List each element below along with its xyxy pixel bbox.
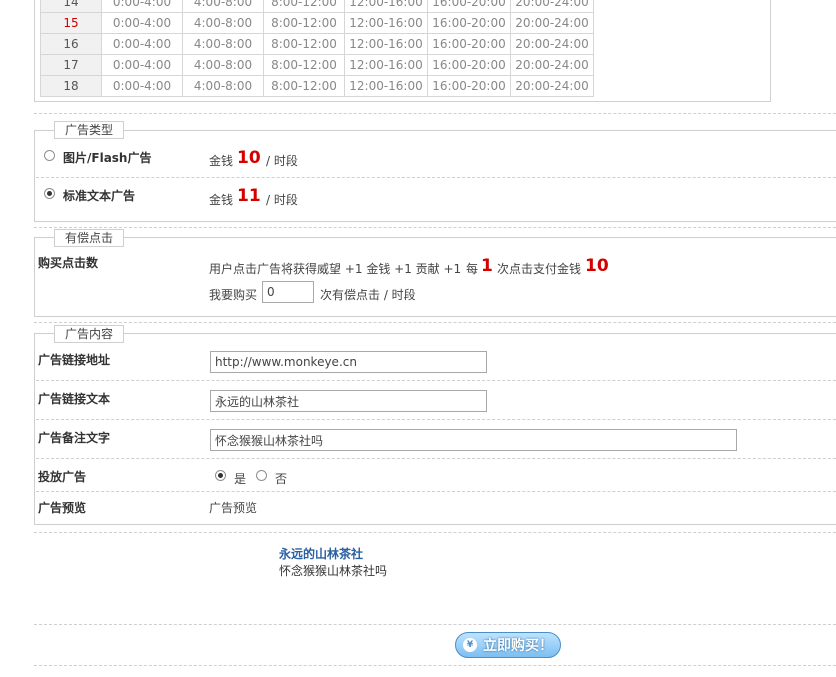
schedule-row: 17 0:00-4:00 4:00-8:00 8:00-12:00 12:00-16:0… <box>40 54 594 76</box>
image-price-prefix: 金钱 <box>209 154 234 168</box>
buy-now-label: 立即购买！ <box>483 638 553 654</box>
schedule-slot[interactable]: 0:00-4:00 <box>101 12 183 34</box>
schedule-slot[interactable]: 12:00-16:00 <box>344 0 428 13</box>
schedule-row: 14 0:00-4:00 4:00-8:00 8:00-12:00 12:00-16:0… <box>40 0 594 13</box>
schedule-slot[interactable]: 4:00-8:00 <box>182 54 264 76</box>
divider <box>36 380 836 381</box>
schedule-day: 14 <box>40 0 102 13</box>
schedule-slot[interactable]: 16:00-20:00 <box>427 12 511 34</box>
ad-type-text-label: 标准文本广告 <box>63 189 136 203</box>
divider <box>34 532 836 533</box>
schedule-slot[interactable]: 12:00-16:00 <box>344 75 428 97</box>
publish-no-label: 否 <box>275 472 288 486</box>
schedule-slot[interactable]: 12:00-16:00 <box>344 12 428 34</box>
divider <box>36 458 836 459</box>
schedule-slot[interactable]: 16:00-20:00 <box>427 75 511 97</box>
link-url-label: 广告链接地址 <box>38 353 111 367</box>
text-price-suffix: / 时段 <box>266 193 298 207</box>
schedule-slot[interactable]: 12:00-16:00 <box>344 33 428 55</box>
ad-type-legend: 广告类型 <box>54 121 125 139</box>
divider <box>36 419 836 420</box>
schedule-slot[interactable]: 4:00-8:00 <box>182 12 264 34</box>
schedule-slot[interactable]: 20:00-24:00 <box>510 12 594 34</box>
schedule-slot[interactable]: 0:00-4:00 <box>101 75 183 97</box>
paid-clicks-fieldset <box>34 237 836 317</box>
per-mid: 次点击支付金钱 <box>497 262 582 276</box>
buy-suffix: 次有偿点击 / 时段 <box>320 288 416 302</box>
ad-type-fieldset <box>34 130 836 222</box>
schedule-slot[interactable]: 16:00-20:00 <box>427 54 511 76</box>
schedule-row: 16 0:00-4:00 4:00-8:00 8:00-12:00 12:00-16:0… <box>40 33 594 55</box>
per-value: 1 <box>481 256 493 276</box>
schedule-table: 14 0:00-4:00 4:00-8:00 8:00-12:00 12:00-16:0… <box>40 0 594 97</box>
ad-type-image-radio[interactable] <box>44 150 55 161</box>
schedule-day: 15 <box>40 12 102 34</box>
schedule-slot[interactable]: 8:00-12:00 <box>263 54 345 76</box>
ad-type-image-label: 图片/Flash广告 <box>63 151 152 165</box>
per-price: 10 <box>585 256 609 276</box>
per-prefix: 每 <box>466 262 479 276</box>
schedule-day: 17 <box>40 54 102 76</box>
paid-clicks-label: 购买点击数 <box>38 256 99 270</box>
link-text-label: 广告链接文本 <box>38 392 111 406</box>
publish-yes-radio[interactable] <box>215 470 226 481</box>
schedule-row: 15 0:00-4:00 4:00-8:00 8:00-12:00 12:00-16:0… <box>40 12 594 34</box>
yen-icon: ¥ <box>463 638 477 652</box>
text-price: 11 <box>237 186 261 206</box>
schedule-slot[interactable]: 8:00-12:00 <box>263 0 345 13</box>
ad-type-text-radio[interactable] <box>44 188 55 199</box>
link-url-input[interactable] <box>210 351 487 373</box>
schedule-slot[interactable]: 20:00-24:00 <box>510 54 594 76</box>
schedule-slot[interactable]: 20:00-24:00 <box>510 75 594 97</box>
divider <box>34 227 836 228</box>
preview-value: 广告预览 <box>209 501 258 515</box>
schedule-slot[interactable]: 4:00-8:00 <box>182 75 264 97</box>
divider <box>34 322 836 323</box>
schedule-slot[interactable]: 8:00-12:00 <box>263 12 345 34</box>
ad-content-legend: 广告内容 <box>54 325 125 343</box>
preview-label: 广告预览 <box>38 501 87 515</box>
schedule-slot[interactable]: 16:00-20:00 <box>427 0 511 13</box>
paid-clicks-legend: 有偿点击 <box>54 229 125 247</box>
preview-text: 怀念猴猴山林茶社吗 <box>279 564 388 578</box>
text-price-prefix: 金钱 <box>209 193 234 207</box>
preview-title[interactable]: 永远的山林茶社 <box>279 545 363 562</box>
schedule-slot[interactable]: 4:00-8:00 <box>182 0 264 13</box>
schedule-slot[interactable]: 8:00-12:00 <box>263 75 345 97</box>
divider <box>36 177 836 178</box>
divider <box>34 665 836 666</box>
schedule-row: 18 0:00-4:00 4:00-8:00 8:00-12:00 12:00-16:0… <box>40 75 594 97</box>
buy-clicks-input[interactable] <box>262 281 314 303</box>
schedule-slot[interactable]: 20:00-24:00 <box>510 0 594 13</box>
schedule-slot[interactable]: 16:00-20:00 <box>427 33 511 55</box>
link-text-input[interactable] <box>210 390 487 412</box>
schedule-slot[interactable]: 8:00-12:00 <box>263 33 345 55</box>
note-input[interactable] <box>210 429 737 451</box>
publish-yes-label: 是 <box>234 472 247 486</box>
schedule-slot[interactable]: 0:00-4:00 <box>101 0 183 13</box>
buy-now-button[interactable]: ¥ 立即购买！ <box>455 632 561 658</box>
buy-prefix: 我要购买 <box>209 288 258 302</box>
divider <box>36 491 836 492</box>
image-price-suffix: / 时段 <box>266 154 298 168</box>
schedule-day: 18 <box>40 75 102 97</box>
divider <box>34 113 836 114</box>
publish-label: 投放广告 <box>38 470 87 484</box>
schedule-slot[interactable]: 4:00-8:00 <box>182 33 264 55</box>
divider <box>34 624 836 625</box>
note-label: 广告备注文字 <box>38 431 111 445</box>
schedule-slot[interactable]: 0:00-4:00 <box>101 54 183 76</box>
schedule-slot[interactable]: 12:00-16:00 <box>344 54 428 76</box>
paid-clicks-info: 用户点击广告将获得威望 +1 金钱 +1 贡献 +1 <box>209 262 462 276</box>
schedule-slot[interactable]: 20:00-24:00 <box>510 33 594 55</box>
schedule-slot[interactable]: 0:00-4:00 <box>101 33 183 55</box>
publish-no-radio[interactable] <box>256 470 267 481</box>
image-price: 10 <box>237 148 261 168</box>
schedule-day: 16 <box>40 33 102 55</box>
